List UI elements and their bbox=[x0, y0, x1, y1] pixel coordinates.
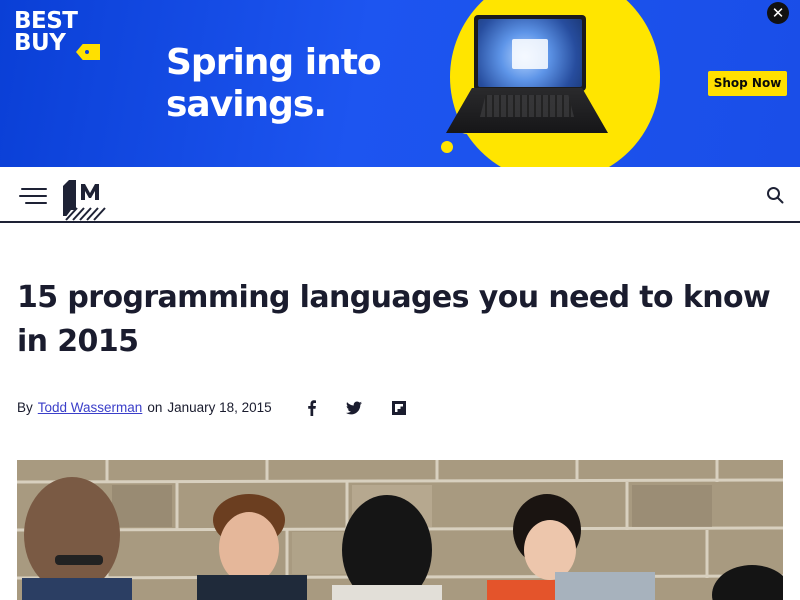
article-title: 15 programming languages you need to kno… bbox=[17, 280, 771, 359]
ad-yellow-dot-small bbox=[441, 141, 453, 153]
ad-headline-line-1: Spring into bbox=[166, 42, 382, 83]
laptop-image bbox=[474, 15, 586, 91]
best-buy-logo[interactable]: BEST BUY bbox=[14, 10, 100, 62]
flipboard-icon[interactable] bbox=[390, 399, 408, 417]
laptop-keyboard bbox=[480, 95, 574, 117]
ad-headline-line-2: savings. bbox=[166, 84, 327, 125]
site-header bbox=[0, 167, 800, 223]
hero-image bbox=[17, 460, 783, 600]
mashable-logo[interactable] bbox=[63, 180, 109, 222]
hamburger-menu-icon[interactable] bbox=[19, 188, 47, 204]
close-ad-button[interactable]: ✕ bbox=[767, 2, 789, 24]
twitter-icon[interactable] bbox=[345, 399, 363, 417]
byline-prefix: By bbox=[17, 400, 33, 415]
publish-date: January 18, 2015 bbox=[167, 400, 272, 415]
laptop-display bbox=[478, 19, 582, 87]
byline: By Todd Wasserman on January 18, 2015 bbox=[17, 400, 272, 415]
author-link[interactable]: Todd Wasserman bbox=[38, 400, 143, 415]
shop-now-button[interactable]: Shop Now bbox=[708, 71, 787, 96]
facebook-icon[interactable] bbox=[303, 399, 321, 417]
ad-headline[interactable]: Spring into savings. bbox=[166, 42, 382, 126]
hero-photo bbox=[17, 460, 783, 600]
byline-date-prefix: on bbox=[147, 400, 163, 415]
ad-banner[interactable]: BEST BUY Spring into savings. Shop Now ✕ bbox=[0, 0, 800, 167]
search-icon[interactable] bbox=[766, 186, 784, 204]
ad-logo-line-1: BEST bbox=[14, 8, 78, 34]
